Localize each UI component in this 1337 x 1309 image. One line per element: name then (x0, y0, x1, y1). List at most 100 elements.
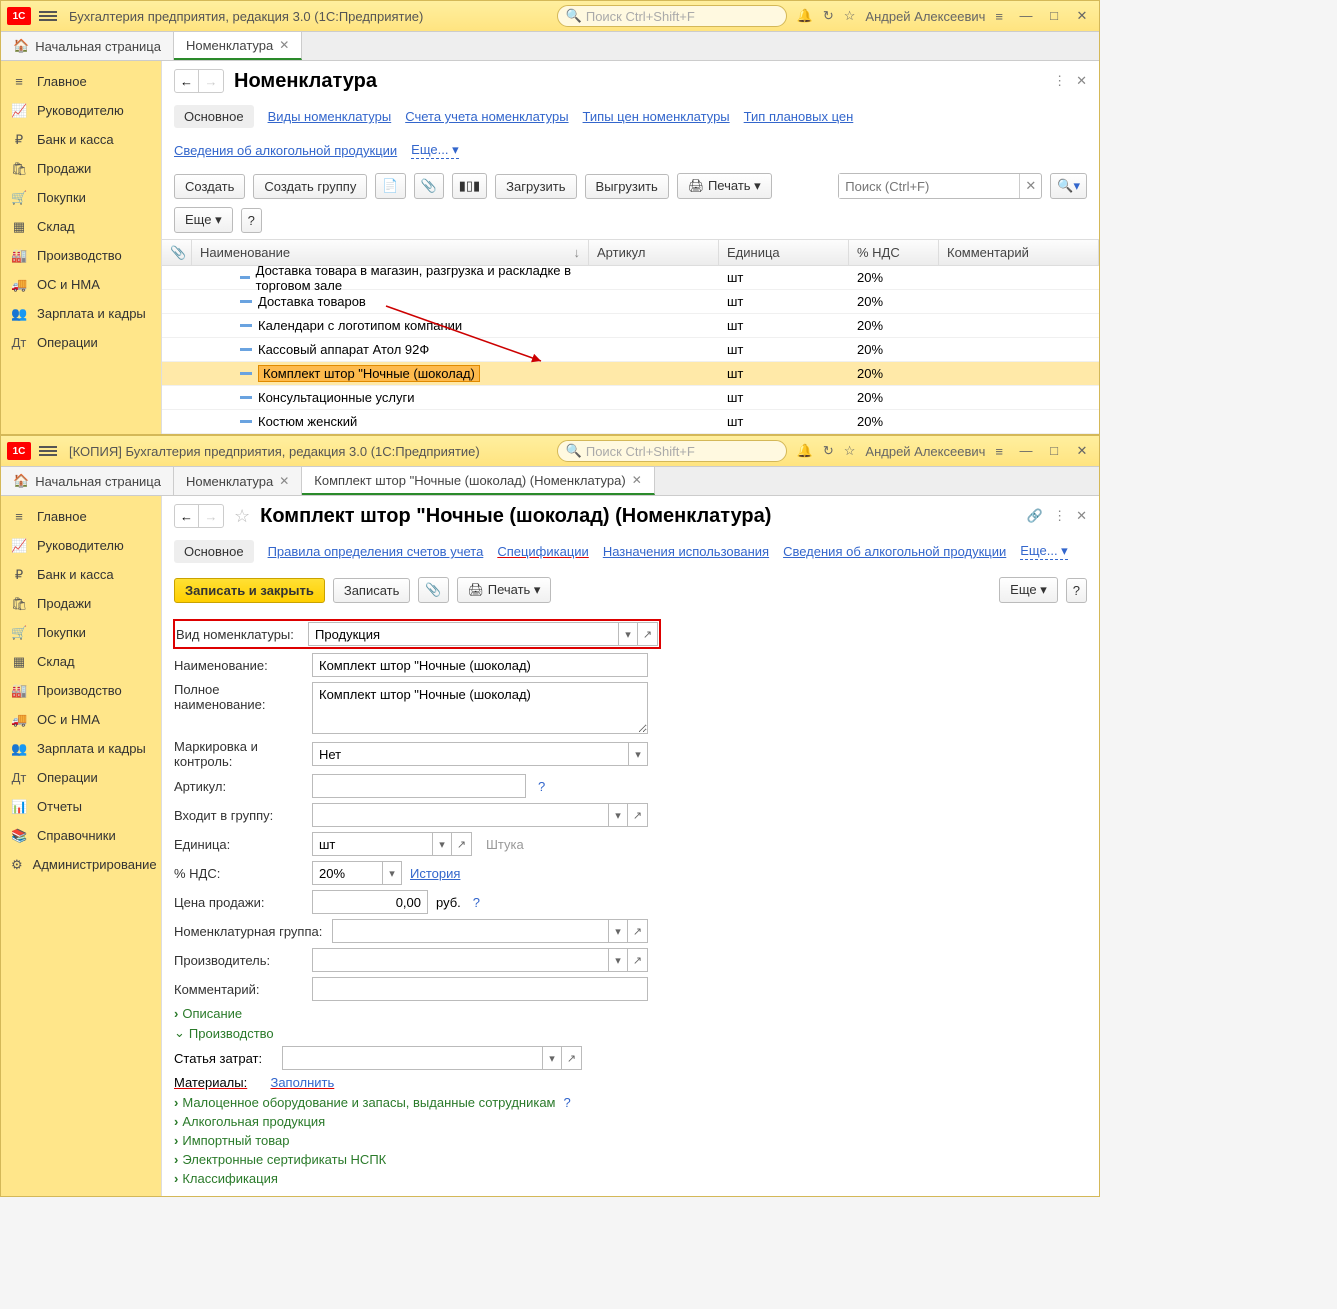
sidebar-item[interactable]: 🏭Производство (1, 676, 161, 705)
dropdown-icon[interactable]: ▾ (542, 1046, 562, 1070)
help-button[interactable]: ? (1066, 578, 1087, 603)
open-icon[interactable]: ↗ (638, 622, 658, 646)
cost-input[interactable] (282, 1046, 542, 1070)
full-input[interactable]: Комплект штор "Ночные (шоколад) (312, 682, 648, 734)
exp-alco[interactable]: Алкогольная продукция (174, 1114, 1087, 1129)
history-icon[interactable]: ↻ (823, 443, 834, 459)
sidebar-item[interactable]: 🛍Продажи (1, 589, 161, 618)
sidebar-item[interactable]: ⚙Администрирование (1, 850, 161, 879)
search-input[interactable] (839, 174, 1019, 198)
exp-description[interactable]: Описание (174, 1006, 1087, 1021)
minimize-button[interactable]: — (1015, 8, 1037, 24)
close-icon[interactable]: ✕ (632, 473, 642, 487)
minimize-button[interactable]: — (1015, 443, 1037, 459)
nomgroup-input[interactable] (332, 919, 608, 943)
unit-input[interactable] (312, 832, 432, 856)
close-icon[interactable]: ✕ (1076, 508, 1087, 524)
tab-home[interactable]: 🏠 Начальная страница (1, 467, 174, 495)
subnav-main[interactable]: Основное (174, 105, 254, 128)
tab-home[interactable]: 🏠 Начальная страница (1, 32, 174, 60)
burger-icon[interactable] (39, 444, 57, 458)
cost-combo[interactable]: ▾↗ (282, 1046, 582, 1070)
subnav-accounts[interactable]: Счета учета номенклатуры (405, 109, 568, 124)
copy-button[interactable]: 📄 (375, 173, 405, 199)
maker-combo[interactable]: ▾↗ (312, 948, 648, 972)
sidebar-item[interactable]: ₽Банк и касса (1, 125, 161, 154)
table-row[interactable]: Календари с логотипом компании шт 20% (162, 314, 1099, 338)
open-icon[interactable]: ↗ (628, 803, 648, 827)
forward-button[interactable]: → (199, 505, 223, 527)
close-icon[interactable]: ✕ (279, 38, 289, 52)
sidebar-item[interactable]: 🚚ОС и НМА (1, 270, 161, 299)
clip-button[interactable]: 📎 (418, 577, 448, 603)
star-icon[interactable]: ☆ (844, 443, 856, 459)
col-comm[interactable]: Комментарий (939, 240, 1099, 265)
dropdown-icon[interactable]: ▾ (608, 919, 628, 943)
unit-combo[interactable]: ▾↗ (312, 832, 472, 856)
find-button[interactable]: 🔍▾ (1050, 173, 1087, 199)
load-button[interactable]: Загрузить (495, 174, 576, 199)
sidebar-item[interactable]: ≡Главное (1, 67, 161, 96)
print-button[interactable]: 🖨 Печать ▾ (677, 173, 772, 199)
link-icon[interactable]: 🔗 (1027, 508, 1043, 524)
back-button[interactable]: ← (175, 70, 199, 92)
subnav-alco[interactable]: Сведения об алкогольной продукции (174, 143, 397, 158)
sidebar-item[interactable]: ₽Банк и касса (1, 560, 161, 589)
star-icon[interactable]: ☆ (234, 506, 250, 527)
help-button[interactable]: ? (241, 208, 262, 233)
menu-icon[interactable]: ≡ (995, 9, 1003, 24)
tab-nomenclature[interactable]: Номенклатура✕ (174, 467, 302, 495)
subnav-more[interactable]: Еще... ▾ (411, 142, 458, 159)
tab-item[interactable]: Комплект штор "Ночные (шоколад) (Номенкл… (302, 467, 654, 495)
clip-button[interactable]: 📎 (414, 173, 444, 199)
table-row[interactable]: Комплект штор "Ночные (шоколад) шт 20% (162, 362, 1099, 386)
dropdown-icon[interactable]: ▾ (608, 803, 628, 827)
sidebar-item[interactable]: 🛒Покупки (1, 183, 161, 212)
sidebar-item[interactable]: 🏭Производство (1, 241, 161, 270)
col-nds[interactable]: % НДС (849, 240, 939, 265)
art-input[interactable] (312, 774, 526, 798)
sidebar-item[interactable]: ДтОперации (1, 763, 161, 792)
sidebar-item[interactable]: 📈Руководителю (1, 96, 161, 125)
dropdown-icon[interactable]: ▾ (618, 622, 638, 646)
help-icon[interactable]: ? (564, 1095, 571, 1110)
open-icon[interactable]: ↗ (628, 919, 648, 943)
dropdown-icon[interactable]: ▾ (608, 948, 628, 972)
close-button[interactable]: ✕ (1071, 443, 1093, 459)
sidebar-item[interactable]: 🛒Покупки (1, 618, 161, 647)
close-icon[interactable]: ✕ (1076, 73, 1087, 89)
bell-icon[interactable]: 🔔 (797, 8, 813, 24)
exp-production[interactable]: Производство (174, 1025, 1087, 1041)
subnav-assign[interactable]: Назначения использования (603, 544, 769, 559)
sidebar-item[interactable]: 👥Зарплата и кадры (1, 299, 161, 328)
mark-combo[interactable]: ▾ (312, 742, 648, 766)
tab-nomenclature[interactable]: Номенклатура✕ (174, 32, 302, 60)
sidebar-item[interactable]: 👥Зарплата и кадры (1, 734, 161, 763)
table-row[interactable]: Консультационные услуги шт 20% (162, 386, 1099, 410)
more-icon[interactable]: ⋮ (1053, 73, 1066, 89)
maker-input[interactable] (312, 948, 608, 972)
burger-icon[interactable] (39, 9, 57, 23)
close-button[interactable]: ✕ (1071, 8, 1093, 24)
comment-input[interactable] (312, 977, 648, 1001)
group-input[interactable] (312, 803, 608, 827)
table-row[interactable]: Костюм женский шт 20% (162, 410, 1099, 434)
dropdown-icon[interactable]: ▾ (432, 832, 452, 856)
help-icon[interactable]: ? (473, 895, 480, 910)
sidebar-item[interactable]: ≡Главное (1, 502, 161, 531)
exp-import[interactable]: Импортный товар (174, 1133, 1087, 1148)
more-button[interactable]: Еще ▾ (999, 577, 1058, 603)
fill-link[interactable]: Заполнить (270, 1075, 334, 1090)
kind-input[interactable] (308, 622, 618, 646)
barcode-button[interactable]: ▮▯▮ (452, 173, 487, 199)
save-close-button[interactable]: Записать и закрыть (174, 578, 325, 603)
close-icon[interactable]: ✕ (279, 474, 289, 488)
subnav-alco[interactable]: Сведения об алкогольной продукции (783, 544, 1006, 559)
maximize-button[interactable]: □ (1043, 8, 1065, 24)
subnav-kinds[interactable]: Виды номенклатуры (268, 109, 392, 124)
group-combo[interactable]: ▾↗ (312, 803, 648, 827)
clear-icon[interactable]: ✕ (1019, 174, 1041, 198)
subnav-specs[interactable]: Спецификации (497, 544, 589, 559)
sidebar-item[interactable]: ▦Склад (1, 647, 161, 676)
subnav-more[interactable]: Еще... ▾ (1020, 543, 1067, 560)
